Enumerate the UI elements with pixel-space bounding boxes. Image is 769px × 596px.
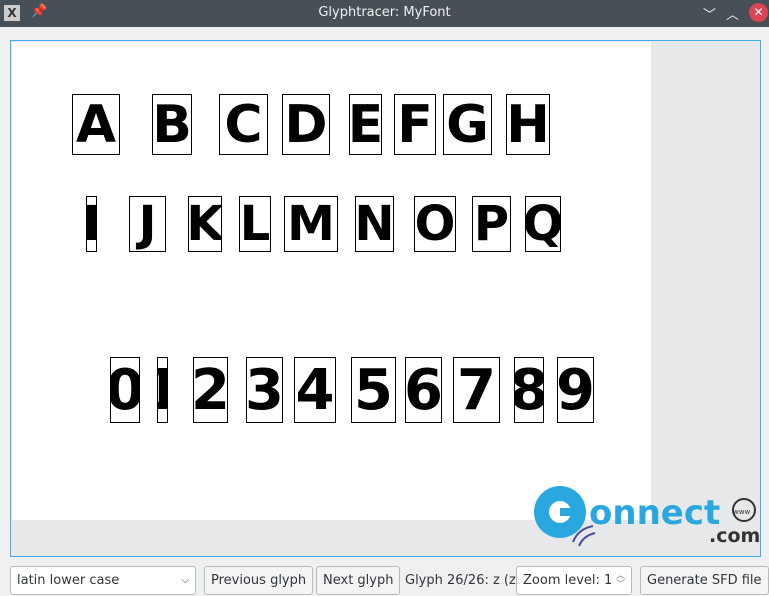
glyph-box[interactable]: H (506, 94, 550, 155)
close-icon[interactable]: ✕ (749, 3, 768, 22)
glyph-box[interactable]: Q (525, 196, 561, 252)
svg-text:.com: .com (709, 525, 759, 547)
window-title: Glyphtracer: MyFont (318, 5, 451, 20)
glyph-box[interactable]: 1 (157, 357, 168, 423)
glyph-box[interactable]: J (129, 196, 166, 252)
glyph-box[interactable]: M (284, 196, 338, 252)
minimize-icon[interactable]: ﹀ (703, 4, 716, 23)
glyph-box[interactable]: C (219, 94, 268, 155)
previous-glyph-button[interactable]: Previous glyph (204, 566, 314, 595)
svg-text:onnect: onnect (589, 493, 720, 533)
maximize-icon[interactable]: ︿ (726, 4, 739, 23)
next-glyph-button[interactable]: Next glyph (316, 566, 401, 595)
chevron-down-icon: ⌵ (181, 575, 189, 586)
zoom-spinbox[interactable]: Zoom level: 1 ︿ ﹀ (516, 566, 632, 595)
glyph-box[interactable]: 9 (557, 357, 594, 423)
glyph-box[interactable]: L (239, 196, 271, 252)
glyph-canvas[interactable]: ABCDEFGH IJKLMNOPQ 0123456789 (12, 42, 651, 520)
zoom-value: Zoom level: 1 (523, 573, 613, 588)
glyph-box[interactable]: 7 (453, 357, 500, 423)
generate-sfd-button[interactable]: Generate SFD file (640, 566, 769, 595)
glyph-box[interactable]: I (86, 196, 97, 252)
spin-arrows-icon[interactable]: ︿ ﹀ (616, 571, 625, 590)
glyph-box[interactable]: P (472, 196, 511, 252)
glyph-box[interactable]: 4 (294, 357, 336, 423)
glyph-box[interactable]: 5 (351, 357, 396, 423)
glyph-box[interactable]: 8 (514, 357, 544, 423)
charset-select-value: latin lower case (17, 573, 120, 588)
title-bar: X 📌 Glyphtracer: MyFont ﹀ ︿ ✕ (0, 0, 769, 27)
glyph-box[interactable]: E (349, 94, 382, 155)
glyph-box[interactable]: D (282, 94, 330, 155)
glyph-box[interactable]: 6 (405, 357, 442, 423)
glyph-box[interactable]: 0 (110, 357, 140, 423)
glyph-box[interactable]: A (72, 94, 120, 155)
glyph-status: Glyph 26/26: z (z) (405, 573, 521, 588)
watermark-logo: onnect www .com (533, 484, 760, 556)
charset-select[interactable]: latin lower case ⌵ (10, 566, 196, 595)
glyph-view[interactable]: ABCDEFGH IJKLMNOPQ 0123456789 (10, 40, 761, 557)
glyph-box[interactable]: 2 (193, 357, 228, 423)
glyph-box[interactable]: O (414, 196, 456, 252)
svg-text:www: www (733, 508, 750, 516)
glyph-box[interactable]: 3 (246, 357, 283, 423)
glyph-box[interactable]: K (188, 196, 222, 252)
glyph-box[interactable]: F (394, 94, 436, 155)
glyph-box[interactable]: G (443, 94, 492, 155)
glyph-box[interactable]: B (152, 94, 192, 155)
glyph-box[interactable]: N (355, 196, 394, 252)
